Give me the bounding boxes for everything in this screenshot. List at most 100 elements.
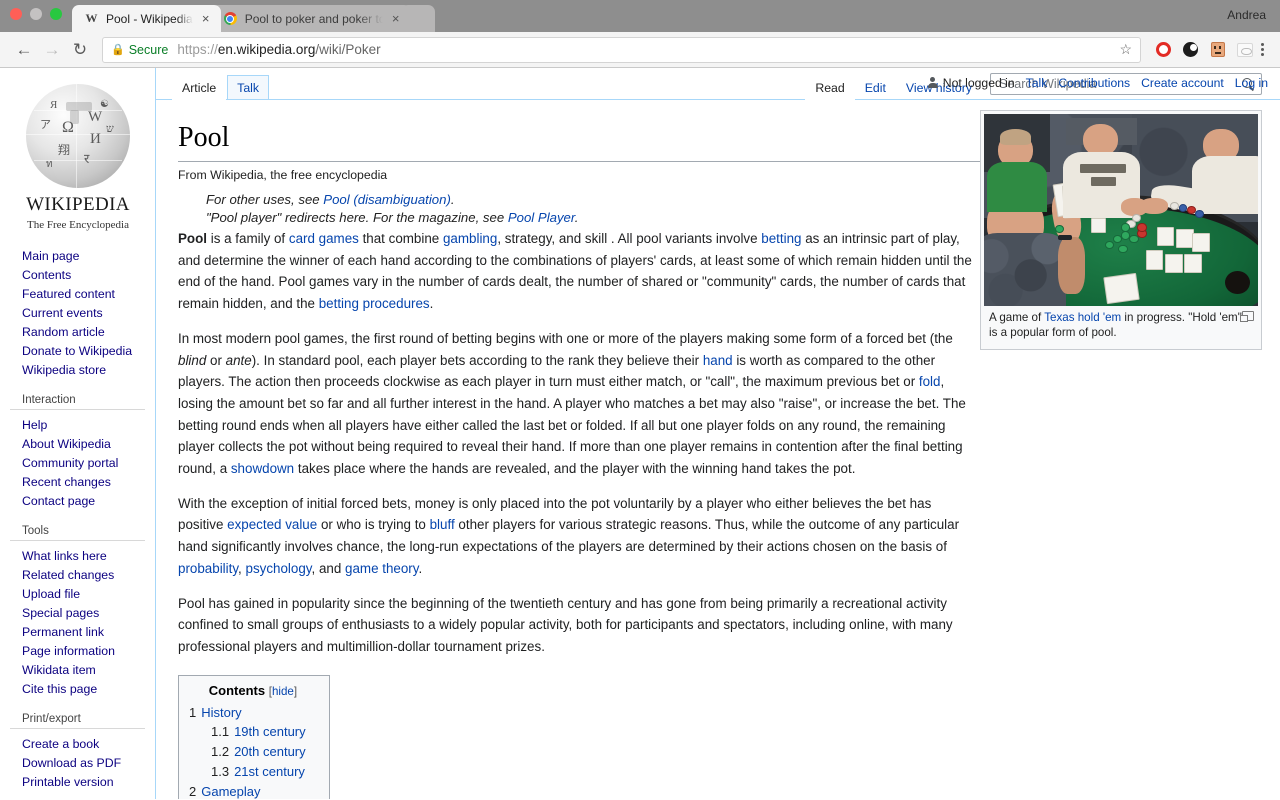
article-text-run: is a family of xyxy=(207,231,289,246)
tab-edit[interactable]: Edit xyxy=(854,74,896,99)
sidebar-item-featured-content[interactable]: Featured content xyxy=(22,287,115,301)
back-icon[interactable]: ← xyxy=(10,36,38,64)
sidebar-item: Cite this page xyxy=(22,678,155,697)
reload-icon[interactable]: ↻ xyxy=(66,36,94,64)
browser-chrome: W Pool - Wikipedia × Pool to poker and p… xyxy=(0,0,1280,68)
article-link-showdown[interactable]: showdown xyxy=(231,461,294,476)
toc-link-20th-century[interactable]: 20th century xyxy=(234,744,306,759)
sidebar-item-main-page[interactable]: Main page xyxy=(22,249,79,263)
personal-link-contributions[interactable]: Contributions xyxy=(1058,76,1130,90)
sidebar-item-upload-file[interactable]: Upload file xyxy=(22,587,80,601)
tab-read[interactable]: Read xyxy=(805,74,855,100)
toc-link-21st-century[interactable]: 21st century xyxy=(234,764,305,779)
article-link-game-theory[interactable]: game theory xyxy=(345,561,418,576)
sidebar-item-current-events[interactable]: Current events xyxy=(22,306,103,320)
profile-name-label[interactable]: Andrea xyxy=(1227,8,1266,22)
opera-icon[interactable] xyxy=(1155,41,1172,58)
sidebar-item: Random article xyxy=(22,321,155,340)
sidebar-item-wikipedia-store[interactable]: Wikipedia store xyxy=(22,363,106,377)
moon-icon[interactable] xyxy=(1182,41,1199,58)
article-link-probability[interactable]: probability xyxy=(178,561,238,576)
personal-link-log-in[interactable]: Log in xyxy=(1235,76,1268,90)
article-link-gambling[interactable]: gambling xyxy=(443,231,497,246)
chrome-menu-icon[interactable] xyxy=(1259,43,1270,56)
poker-game-photo[interactable] xyxy=(984,114,1258,306)
sidebar-item-special-pages[interactable]: Special pages xyxy=(22,606,99,620)
toc-link-19th-century[interactable]: 19th century xyxy=(234,724,306,739)
puzzle-box-icon[interactable] xyxy=(1209,41,1226,58)
sidebar-item-page-information[interactable]: Page information xyxy=(22,644,115,658)
personal-link-create-account[interactable]: Create account xyxy=(1141,76,1224,90)
wikipedia-sidebar: Ω W И Я ア 翔 र ש ☯ ท WIKIPEDIA The Free E… xyxy=(0,68,156,799)
bookmark-star-icon[interactable]: ☆ xyxy=(1111,41,1132,58)
article-text-run: that combine xyxy=(358,231,443,246)
article-link-card-games[interactable]: card games xyxy=(289,231,359,246)
article-paragraph-p4: Pool has gained in popularity since the … xyxy=(178,593,978,658)
article-link-bluff[interactable]: bluff xyxy=(430,517,455,532)
sidebar-item-related-changes[interactable]: Related changes xyxy=(22,568,114,582)
maximize-window-button[interactable] xyxy=(50,8,62,20)
sidebar-item-cite-this-page[interactable]: Cite this page xyxy=(22,682,97,696)
caption-prefix: A game of xyxy=(989,311,1045,324)
article-link-hand[interactable]: hand xyxy=(703,353,733,368)
tab-talk[interactable]: Talk xyxy=(227,74,270,99)
sidebar-item-recent-changes[interactable]: Recent changes xyxy=(22,475,111,489)
article-text: Pool is a family of card games that comb… xyxy=(178,228,978,658)
eye-shield-icon[interactable] xyxy=(1236,41,1253,58)
article-link-betting-procedures[interactable]: betting procedures xyxy=(319,296,430,311)
browser-toolbar: ← → ↻ 🔒 Secure https://en.wikipedia.org/… xyxy=(0,32,1280,68)
sidebar-item-wikidata-item[interactable]: Wikidata item xyxy=(22,663,96,677)
address-bar[interactable]: 🔒 Secure https://en.wikipedia.org/wiki/P… xyxy=(102,36,1141,63)
sidebar-item-download-as-pdf[interactable]: Download as PDF xyxy=(22,756,121,770)
window-controls[interactable] xyxy=(10,8,62,20)
toc-link-gameplay[interactable]: Gameplay xyxy=(201,784,260,799)
toc-number: 1.1 xyxy=(211,724,230,740)
sidebar-item-community-portal[interactable]: Community portal xyxy=(22,456,118,470)
sidebar-item-help[interactable]: Help xyxy=(22,418,47,432)
wikipedia-logo[interactable]: Ω W И Я ア 翔 र ש ☯ ท WIKIPEDIA The Free E… xyxy=(0,76,156,245)
toc-toggle-link[interactable]: hide xyxy=(272,685,294,698)
sidebar-item: Contact page xyxy=(22,490,155,509)
sidebar-item: Permanent link xyxy=(22,621,155,640)
sidebar-item-donate-to-wikipedia[interactable]: Donate to Wikipedia xyxy=(22,344,132,358)
sidebar-item-contact-page[interactable]: Contact page xyxy=(22,494,95,508)
toc-entry: 1.2 20th century xyxy=(211,742,317,762)
article-link-expected-value[interactable]: expected value xyxy=(227,517,317,532)
article-text-run: or xyxy=(206,352,226,368)
hatnote-link-pool-player[interactable]: Pool Player xyxy=(508,210,575,225)
sidebar-item-what-links-here[interactable]: What links here xyxy=(22,549,107,563)
sidebar-item: Page information xyxy=(22,640,155,659)
browser-tab-1[interactable]: W Pool - Wikipedia × xyxy=(72,5,221,32)
article-link-psychology[interactable]: psychology xyxy=(246,561,312,576)
toc-toggle[interactable]: [hide] xyxy=(269,685,297,698)
chrome-favicon xyxy=(223,11,238,26)
sidebar-item-printable-version[interactable]: Printable version xyxy=(22,775,114,789)
article-thumbnail: A game of Texas hold 'em in progress. "H… xyxy=(980,110,1262,350)
sidebar-item-contents[interactable]: Contents xyxy=(22,268,71,282)
sidebar-portal-heading: Interaction xyxy=(10,390,145,410)
toc-link-history[interactable]: History xyxy=(201,705,241,720)
browser-tab-2[interactable]: Pool to poker and poker to poo × xyxy=(210,5,411,32)
hatnote-link-pool-disambiguation-[interactable]: Pool (disambiguation) xyxy=(323,192,451,207)
article-link-fold[interactable]: fold xyxy=(919,374,941,389)
sidebar-item-about-wikipedia[interactable]: About Wikipedia xyxy=(22,437,111,451)
caption-link-texas-holdem[interactable]: Texas hold 'em xyxy=(1044,311,1121,324)
sidebar-item: Wikipedia store xyxy=(22,359,155,378)
article-text-run: , xyxy=(238,560,246,576)
wikipedia-wordmark: WIKIPEDIA xyxy=(26,194,130,215)
tab-article[interactable]: Article xyxy=(172,74,227,100)
browser-tab-2-close-icon[interactable]: × xyxy=(389,12,403,25)
minimize-window-button[interactable] xyxy=(30,8,42,20)
forward-icon[interactable]: → xyxy=(38,36,66,64)
close-window-button[interactable] xyxy=(10,8,22,20)
sidebar-item: Wikidata item xyxy=(22,659,155,678)
personal-link-talk[interactable]: Talk xyxy=(1026,76,1048,90)
sidebar-item-permanent-link[interactable]: Permanent link xyxy=(22,625,104,639)
browser-tab-1-close-icon[interactable]: × xyxy=(199,12,213,25)
article-link-betting[interactable]: betting xyxy=(761,231,801,246)
article-italic-term: blind xyxy=(178,352,207,368)
enlarge-icon[interactable] xyxy=(1240,311,1254,322)
toc-entry: 2 Gameplay xyxy=(189,782,317,799)
sidebar-item-random-article[interactable]: Random article xyxy=(22,325,105,339)
sidebar-item-create-a-book[interactable]: Create a book xyxy=(22,737,99,751)
